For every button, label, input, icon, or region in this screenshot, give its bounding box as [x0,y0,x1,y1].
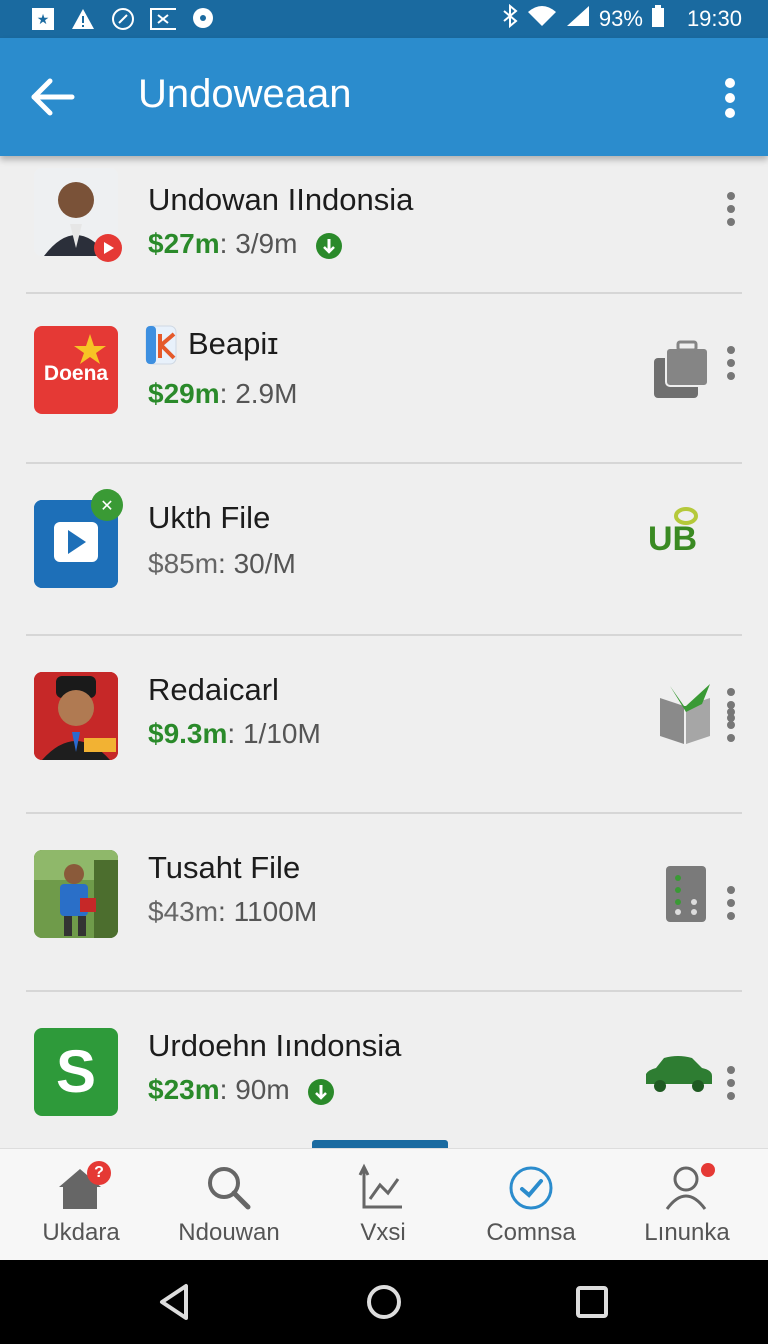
wifi-icon [527,4,557,34]
doena-label: Doena [43,362,109,385]
briefcase-icon [652,340,712,405]
compass-icon [110,6,136,32]
ub-logo-icon: UB [646,500,716,560]
check-circle-icon [509,1166,553,1210]
bottom-navigation: ? Ukdara Ndouwan Vxsi Comnsa Lınunka [0,1148,768,1261]
download-badge-icon [308,1078,335,1105]
person-thumbnail [34,672,118,760]
trend-chart-icon [358,1163,402,1209]
svg-text:★: ★ [37,12,50,28]
item-meta: $29m: 2.9M [148,378,298,409]
item-meta: $9.3m: 1/10M [148,718,321,749]
list-item[interactable]: Tusaht File $43m: 1100M [0,814,768,990]
item-meta: $23m: 90m [148,1074,335,1106]
system-back-icon[interactable] [156,1282,196,1322]
system-recents-icon[interactable] [572,1282,612,1322]
nav-label: Lınunka [644,1219,730,1246]
notification-badge: ? [87,1161,111,1185]
chat-bubble-icon [190,6,216,32]
open-book-icon [656,682,714,751]
item-name: Urdoehn Iındonsia [148,1028,402,1063]
item-meta: $85m: 30/M [148,548,296,579]
profile-notification-dot [701,1163,715,1177]
system-home-icon[interactable] [364,1282,404,1322]
item-size: 1/10M [242,718,321,749]
item-price: $23m [148,1074,220,1105]
item-menu-icon[interactable] [726,192,736,226]
battery-text: 93% [598,6,643,31]
s-logo-label: S [55,1038,97,1105]
item-size: 2.9M [235,378,298,409]
nav-label: Ndouwan [178,1219,280,1246]
nav-label: Ukdara [42,1219,120,1246]
list-item[interactable]: Doena Beapiɪ $29m: 2.9M [0,294,768,462]
nav-label: Comnsa [486,1219,576,1246]
item-size: 90m [235,1074,290,1105]
system-navigation-bar [0,1260,768,1344]
item-menu-icon[interactable] [726,346,736,380]
item-name: Undowan IIndonsia [148,182,414,217]
page-title: Undoweaan [138,72,352,116]
list-item[interactable]: ✕ Ukth File $85m: 30/M UB [0,464,768,636]
item-menu-icon[interactable] [726,1066,736,1100]
star-notification-icon: ★ [30,6,56,32]
svg-text:✕: ✕ [100,496,113,515]
nav-trend[interactable]: Vxsi [308,1163,458,1247]
list-item[interactable]: Redaicarl $9.3m: 1/10M [0,636,768,812]
item-name: Tusaht File [148,850,301,885]
item-menu-icon[interactable] [726,708,736,742]
item-name: Beapiɪ [188,326,279,361]
file-list: Undowan IIndonsia $27m: 3/9m Doena Beapi… [0,160,768,1150]
item-price: $43m [148,896,219,927]
clock: 19:30 [686,6,742,31]
image-icon [150,6,176,32]
nav-search[interactable]: Ndouwan [154,1163,304,1247]
overflow-menu-icon[interactable] [718,76,742,120]
item-meta: $27m: 3/9m [148,228,343,260]
car-icon [644,1054,714,1099]
item-size: 30/M [233,548,296,579]
item-price: $9.3m [148,718,228,749]
warning-icon [70,6,96,32]
share-badge-icon: ✕ [90,488,124,527]
nav-profile[interactable]: Lınunka [612,1163,762,1247]
download-badge-icon [316,232,343,259]
person-photo-thumbnail [34,850,118,938]
status-bar: ★ 93% 19:30 [0,0,768,38]
item-size: 1100M [233,896,318,927]
scroll-indicator[interactable] [312,1140,448,1148]
battery-icon [651,4,665,34]
video-badge-icon [92,232,124,269]
k-app-icon [144,322,180,371]
doena-app-icon: Doena [34,326,118,414]
back-arrow-icon[interactable] [28,74,78,120]
server-icon [666,866,706,927]
item-price: $29m [148,378,220,409]
item-name: Redaicarl [148,672,279,707]
signal-icon [565,4,591,34]
item-meta: $43m: 1100M [148,896,318,927]
nav-home[interactable]: ? Ukdara [6,1161,156,1247]
s-app-icon: S [34,1028,118,1116]
app-bar: Undoweaan [0,38,768,156]
search-icon [208,1167,251,1210]
item-size: 3/9m [235,228,298,259]
bluetooth-icon [501,3,519,34]
item-price: $27m [148,228,220,259]
list-item[interactable]: Undowan IIndonsia $27m: 3/9m [0,160,768,292]
item-price: $85m [148,548,219,579]
item-name: Ukth File [148,500,271,535]
nav-label: Vxsi [360,1219,406,1246]
nav-check[interactable]: Comnsa [456,1163,606,1247]
item-menu-icon[interactable] [726,886,736,920]
list-item[interactable]: S Urdoehn Iındonsia $23m: 90m [0,992,768,1150]
